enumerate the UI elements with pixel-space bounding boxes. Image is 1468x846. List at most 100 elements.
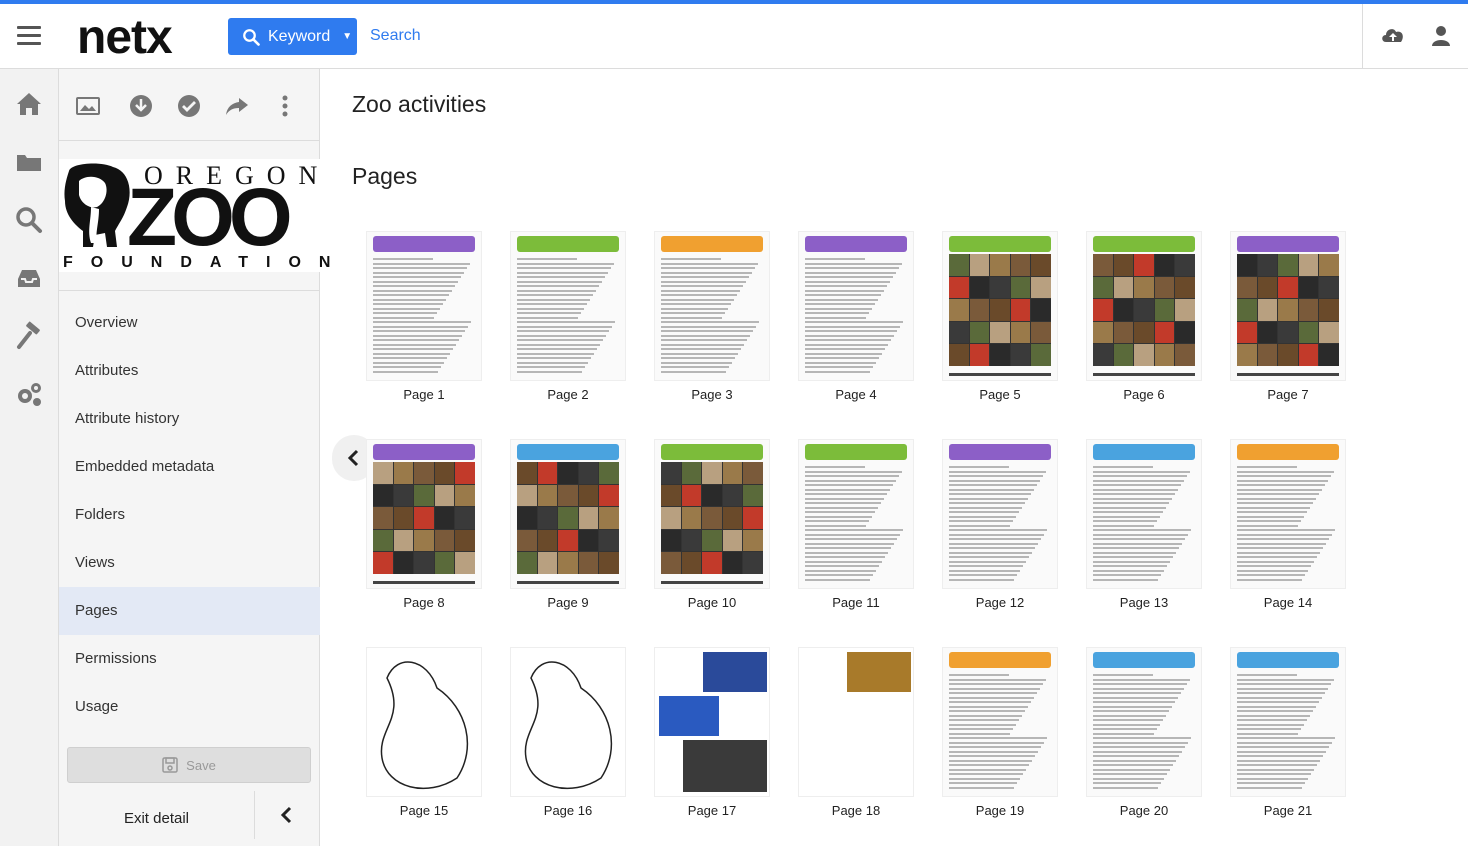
page-label: Page 17 <box>687 803 737 818</box>
page-thumbnail-image <box>654 647 770 797</box>
top-header: netx Keyword ▼ Search <box>0 4 1468 69</box>
page-thumbnail[interactable]: Page 18 <box>796 647 916 818</box>
page-thumbnail[interactable]: Page 21 <box>1228 647 1348 818</box>
more-vertical-icon[interactable] <box>272 93 298 119</box>
left-icon-rail <box>0 69 59 846</box>
page-thumbnail[interactable]: Page 4 <box>796 231 916 402</box>
page-label: Page 5 <box>979 387 1021 402</box>
page-thumbnail-image <box>942 231 1058 381</box>
nav-item-attribute-history[interactable]: Attribute history <box>59 395 320 443</box>
download-icon[interactable] <box>128 93 154 119</box>
page-thumbnail[interactable]: Page 3 <box>652 231 772 402</box>
page-thumbnail-image <box>654 439 770 589</box>
page-thumbnail-image <box>1230 647 1346 797</box>
elephant-logo-icon <box>64 163 130 247</box>
caret-down-icon: ▼ <box>342 31 353 42</box>
page-thumbnail-image <box>366 231 482 381</box>
page-label: Page 2 <box>547 387 589 402</box>
page-thumbnail-image <box>366 439 482 589</box>
section-title: Pages <box>352 163 418 189</box>
exit-detail-button[interactable]: Exit detail <box>59 791 254 846</box>
page-label: Page 3 <box>691 387 733 402</box>
page-thumbnail[interactable]: Page 10 <box>652 439 772 610</box>
page-label: Page 9 <box>547 595 589 610</box>
asset-title: Zoo activities <box>352 91 487 117</box>
page-thumbnail[interactable]: Page 8 <box>364 439 484 610</box>
page-thumbnail-image <box>1086 439 1202 589</box>
nav-item-permissions[interactable]: Permissions <box>59 635 320 683</box>
page-thumbnail[interactable]: Page 14 <box>1228 439 1348 610</box>
detail-panel: OREGON ZOO FOUNDATION Overview Attributes… <box>59 69 330 846</box>
page-thumbnail-image <box>942 647 1058 797</box>
page-thumbnail[interactable]: Page 16 <box>508 647 628 818</box>
floppy-disk-icon <box>162 757 178 773</box>
page-thumbnail[interactable]: Page 7 <box>1228 231 1348 402</box>
folder-icon[interactable] <box>14 147 44 177</box>
page-label: Page 14 <box>1263 595 1313 610</box>
nav-item-folders[interactable]: Folders <box>59 491 320 539</box>
chevron-left-icon <box>347 449 359 467</box>
page-thumbnail-image <box>942 439 1058 589</box>
page-thumbnail-image <box>798 439 914 589</box>
nav-item-overview[interactable]: Overview <box>59 299 320 347</box>
brand-foundation-text: FOUNDATION <box>63 254 349 271</box>
page-thumbnail[interactable]: Page 2 <box>508 231 628 402</box>
hammer-icon[interactable] <box>14 321 44 351</box>
page-thumbnail[interactable]: Page 5 <box>940 231 1060 402</box>
nav-item-pages[interactable]: Pages <box>59 587 320 635</box>
cloud-upload-icon[interactable] <box>1380 24 1406 46</box>
page-thumbnail[interactable]: Page 11 <box>796 439 916 610</box>
footer-divider <box>254 791 255 839</box>
page-label: Page 7 <box>1267 387 1309 402</box>
page-thumbnail[interactable]: Page 15 <box>364 647 484 818</box>
page-thumbnail-image <box>798 231 914 381</box>
page-label: Page 13 <box>1119 595 1169 610</box>
page-thumbnail-image <box>1086 647 1202 797</box>
home-icon[interactable] <box>14 89 44 119</box>
page-thumbnail[interactable]: Page 1 <box>364 231 484 402</box>
chevron-left-icon[interactable] <box>277 805 297 825</box>
brand-zoo-text: ZOO <box>127 172 293 263</box>
image-icon[interactable] <box>75 93 101 119</box>
hamburger-menu-icon[interactable] <box>17 26 41 46</box>
page-thumbnail[interactable]: Page 9 <box>508 439 628 610</box>
user-icon[interactable] <box>1430 24 1452 48</box>
nav-item-attributes[interactable]: Attributes <box>59 347 320 395</box>
page-thumbnail-image <box>510 647 626 797</box>
panel-divider <box>59 290 320 291</box>
page-thumbnail[interactable]: Page 12 <box>940 439 1060 610</box>
netx-logo[interactable]: netx <box>77 10 173 65</box>
nav-item-views[interactable]: Views <box>59 539 320 587</box>
page-label: Page 1 <box>403 387 445 402</box>
page-label: Page 21 <box>1263 803 1313 818</box>
page-label: Page 18 <box>831 803 881 818</box>
inbox-icon[interactable] <box>14 263 44 293</box>
page-label: Page 19 <box>975 803 1025 818</box>
page-thumbnail[interactable]: Page 6 <box>1084 231 1204 402</box>
page-thumbnail-image <box>510 439 626 589</box>
keyword-label: Keyword <box>268 27 331 45</box>
page-thumbnail-image <box>1230 231 1346 381</box>
page-thumbnail-image <box>366 647 482 797</box>
settings-gears-icon[interactable] <box>14 379 44 409</box>
page-label: Page 8 <box>403 595 445 610</box>
page-thumbnail[interactable]: Page 20 <box>1084 647 1204 818</box>
detail-toolbar <box>59 69 320 141</box>
share-icon[interactable] <box>224 93 250 119</box>
search-link[interactable]: Search <box>370 27 421 45</box>
page-label: Page 4 <box>835 387 877 402</box>
page-label: Page 12 <box>975 595 1025 610</box>
page-thumbnail[interactable]: Page 13 <box>1084 439 1204 610</box>
search-icon[interactable] <box>14 205 44 235</box>
search-icon <box>243 28 260 46</box>
page-thumbnail[interactable]: Page 19 <box>940 647 1060 818</box>
check-circle-icon[interactable] <box>176 93 202 119</box>
page-thumbnail-image <box>510 231 626 381</box>
keyword-dropdown-button[interactable]: Keyword ▼ <box>228 18 357 55</box>
page-thumbnail[interactable]: Page 17 <box>652 647 772 818</box>
nav-item-embedded-metadata[interactable]: Embedded metadata <box>59 443 320 491</box>
page-label: Page 16 <box>543 803 593 818</box>
nav-item-usage[interactable]: Usage <box>59 683 320 731</box>
save-button[interactable]: Save <box>67 747 311 783</box>
page-thumbnail-image <box>654 231 770 381</box>
